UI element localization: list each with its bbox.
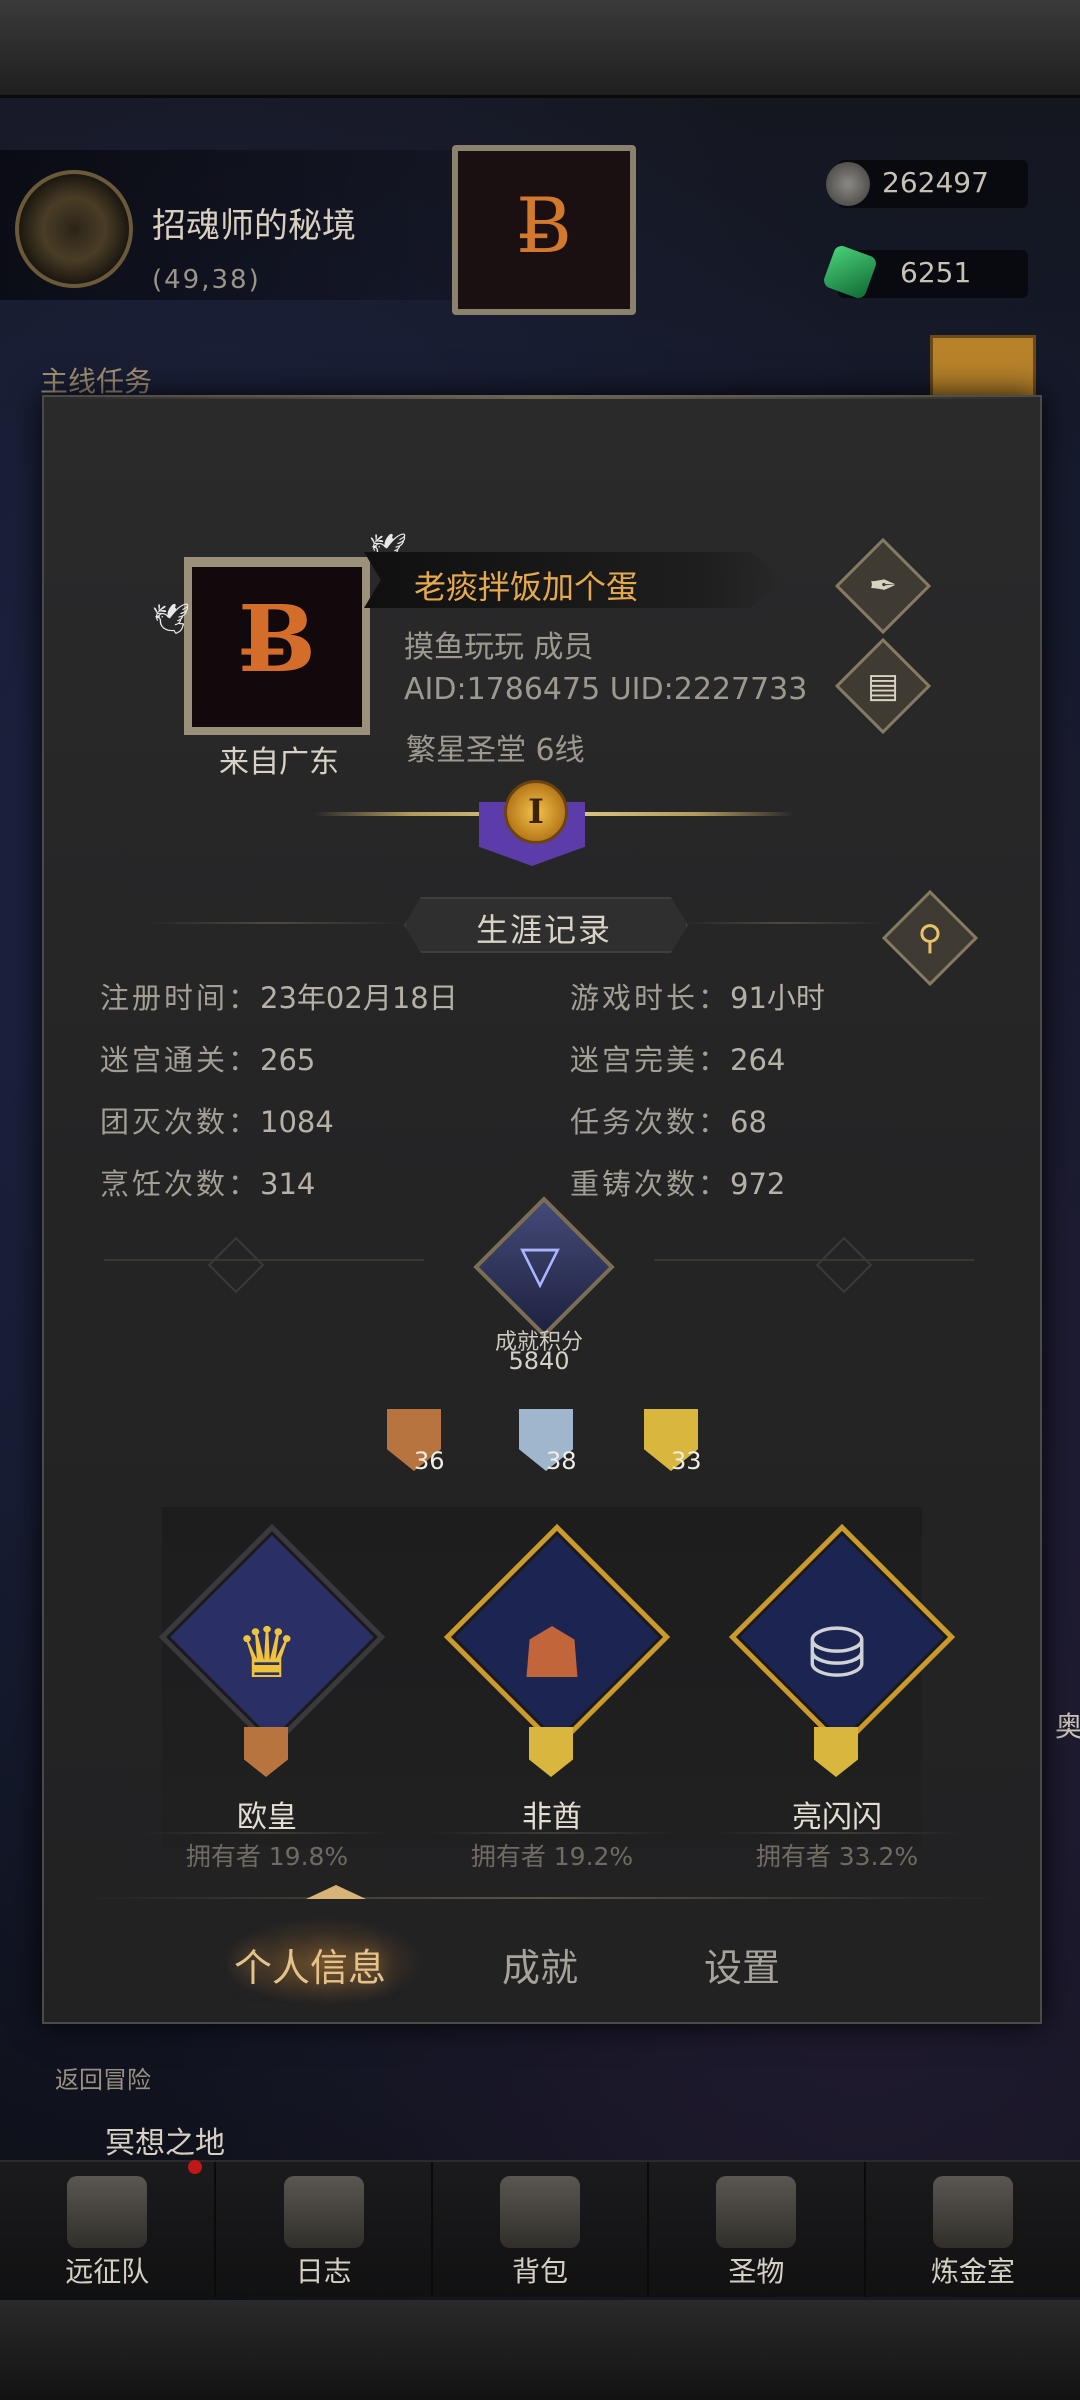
tab-settings[interactable]: 设置: [704, 1937, 780, 1992]
top-status-bar: [0, 0, 1080, 98]
achievement-name: 非酋: [522, 1800, 582, 1835]
backpack-icon: [500, 2176, 581, 2248]
silver-coins-icon: ⛁: [807, 1612, 867, 1694]
location-title: 招魂师的秘境: [152, 206, 356, 246]
divider: [654, 1259, 974, 1261]
player-ids: AID:1786475 UID:2227733: [404, 672, 808, 707]
guild-line: 摸鱼玩玩 成员: [404, 630, 594, 665]
ornament-diamond: [815, 1236, 873, 1294]
notification-dot: [188, 2160, 202, 2174]
silver-count: 38: [546, 1447, 577, 1475]
nav-alchemy[interactable]: 炼金室: [866, 2162, 1080, 2297]
resource-value-2: 6251: [900, 256, 972, 289]
nav-relics[interactable]: 圣物: [649, 2162, 866, 2297]
rank-medal[interactable]: I: [504, 780, 568, 844]
scroll-icon: [283, 2176, 364, 2248]
copy-id-button[interactable]: ▤: [834, 637, 932, 735]
return-adventure-label[interactable]: 返回冒险: [55, 2060, 151, 2095]
main-quest-label: 主线任务: [40, 365, 153, 398]
origin-label: 来自广东: [219, 745, 339, 780]
divider: [684, 922, 884, 924]
achievement-owner-rate: 拥有者 19.2%: [470, 1842, 634, 1871]
stat-register-time: 注册时间：23年02月18日: [100, 981, 458, 1015]
search-button[interactable]: ⚲: [881, 889, 979, 987]
nav-label: 背包: [512, 2255, 569, 2288]
divider: [144, 922, 404, 924]
divider: [427, 1832, 677, 1834]
nav-label: 圣物: [728, 2255, 785, 2288]
bottom-navigation: 远征队 日志 背包 圣物 炼金室: [0, 2160, 1080, 2297]
gold-count: 33: [671, 1447, 702, 1475]
server-line: 繁星圣堂 6线: [406, 733, 585, 768]
tab-divider: [84, 1897, 1000, 1899]
achievement-name: 亮闪闪: [792, 1800, 882, 1835]
avatar[interactable]: Ƀ: [184, 557, 370, 735]
achievement-owner-rate: 拥有者 19.8%: [185, 1842, 349, 1871]
nav-journal[interactable]: 日志: [216, 2162, 433, 2297]
nav-expedition[interactable]: 远征队: [0, 2162, 217, 2297]
active-tab-indicator: [306, 1885, 366, 1899]
career-title: 生涯记录: [475, 911, 612, 949]
document-icon: ▤: [866, 666, 900, 706]
achievement-name: 欧皇: [237, 1800, 297, 1835]
stone-currency-icon: [826, 162, 870, 206]
meditation-land-label[interactable]: 冥想之地: [105, 2118, 225, 2162]
portal-icon[interactable]: [15, 170, 133, 288]
stat-reforge: 重铸次数：972: [570, 1167, 786, 1201]
achievement-score-value: 5840: [508, 1347, 570, 1375]
player-profile-panel: Ƀ 🕊 🕊 来自广东 老痰拌饭加个蛋 摸鱼玩玩 成员 AID:1786475 U…: [42, 395, 1042, 2024]
rune-sigil-icon: Ƀ: [238, 585, 316, 693]
bronze-count: 36: [414, 1447, 445, 1475]
location-coords: (49,38): [152, 265, 261, 295]
ornament-diamond: [207, 1236, 265, 1294]
stat-team-wipes: 团灭次数：1084: [100, 1105, 334, 1139]
tab-achievements[interactable]: 成就: [502, 1937, 578, 1992]
panel-top-ornament: [44, 395, 1040, 399]
quill-icon: ✒: [868, 566, 898, 606]
divider: [104, 1259, 424, 1261]
player-name: 老痰拌饭加个蛋: [414, 568, 639, 606]
alchemy-icon: [932, 2176, 1013, 2248]
achievement-owner-rate: 拥有者 33.2%: [755, 1842, 919, 1871]
rune-sigil-icon: Ƀ: [516, 181, 572, 270]
edit-name-button[interactable]: ✒: [834, 537, 932, 635]
search-icon: ⚲: [917, 918, 943, 958]
crown-icon: ♛: [235, 1612, 299, 1694]
edge-label: 奥: [1055, 1710, 1080, 1743]
stat-play-time: 游戏时长：91小时: [570, 981, 825, 1015]
dungeon-gate-icon[interactable]: Ƀ: [452, 145, 636, 315]
stat-maze-clears: 迷宫通关：265: [100, 1043, 316, 1077]
nav-label: 炼金室: [930, 2255, 1015, 2288]
dove-icon: 🕊: [152, 602, 191, 637]
nav-backpack[interactable]: 背包: [433, 2162, 650, 2297]
tab-personal-info[interactable]: 个人信息: [234, 1937, 386, 1992]
divider: [142, 1832, 392, 1834]
stat-maze-perfect: 迷宫完美：264: [570, 1043, 786, 1077]
triangle-star-icon: ▽: [520, 1235, 560, 1295]
divider: [712, 1832, 962, 1834]
tribal-chief-icon: ☗: [520, 1612, 584, 1694]
stat-quests: 任务次数：68: [570, 1105, 767, 1139]
nav-label: 远征队: [65, 2255, 150, 2288]
viking-helmet-icon: [67, 2176, 148, 2248]
resource-value-1: 262497: [882, 166, 989, 199]
stat-cooking: 烹饪次数：314: [100, 1167, 316, 1201]
chalice-icon: [716, 2176, 797, 2248]
bottom-frame: [0, 2300, 1080, 2400]
nav-label: 日志: [295, 2255, 352, 2288]
